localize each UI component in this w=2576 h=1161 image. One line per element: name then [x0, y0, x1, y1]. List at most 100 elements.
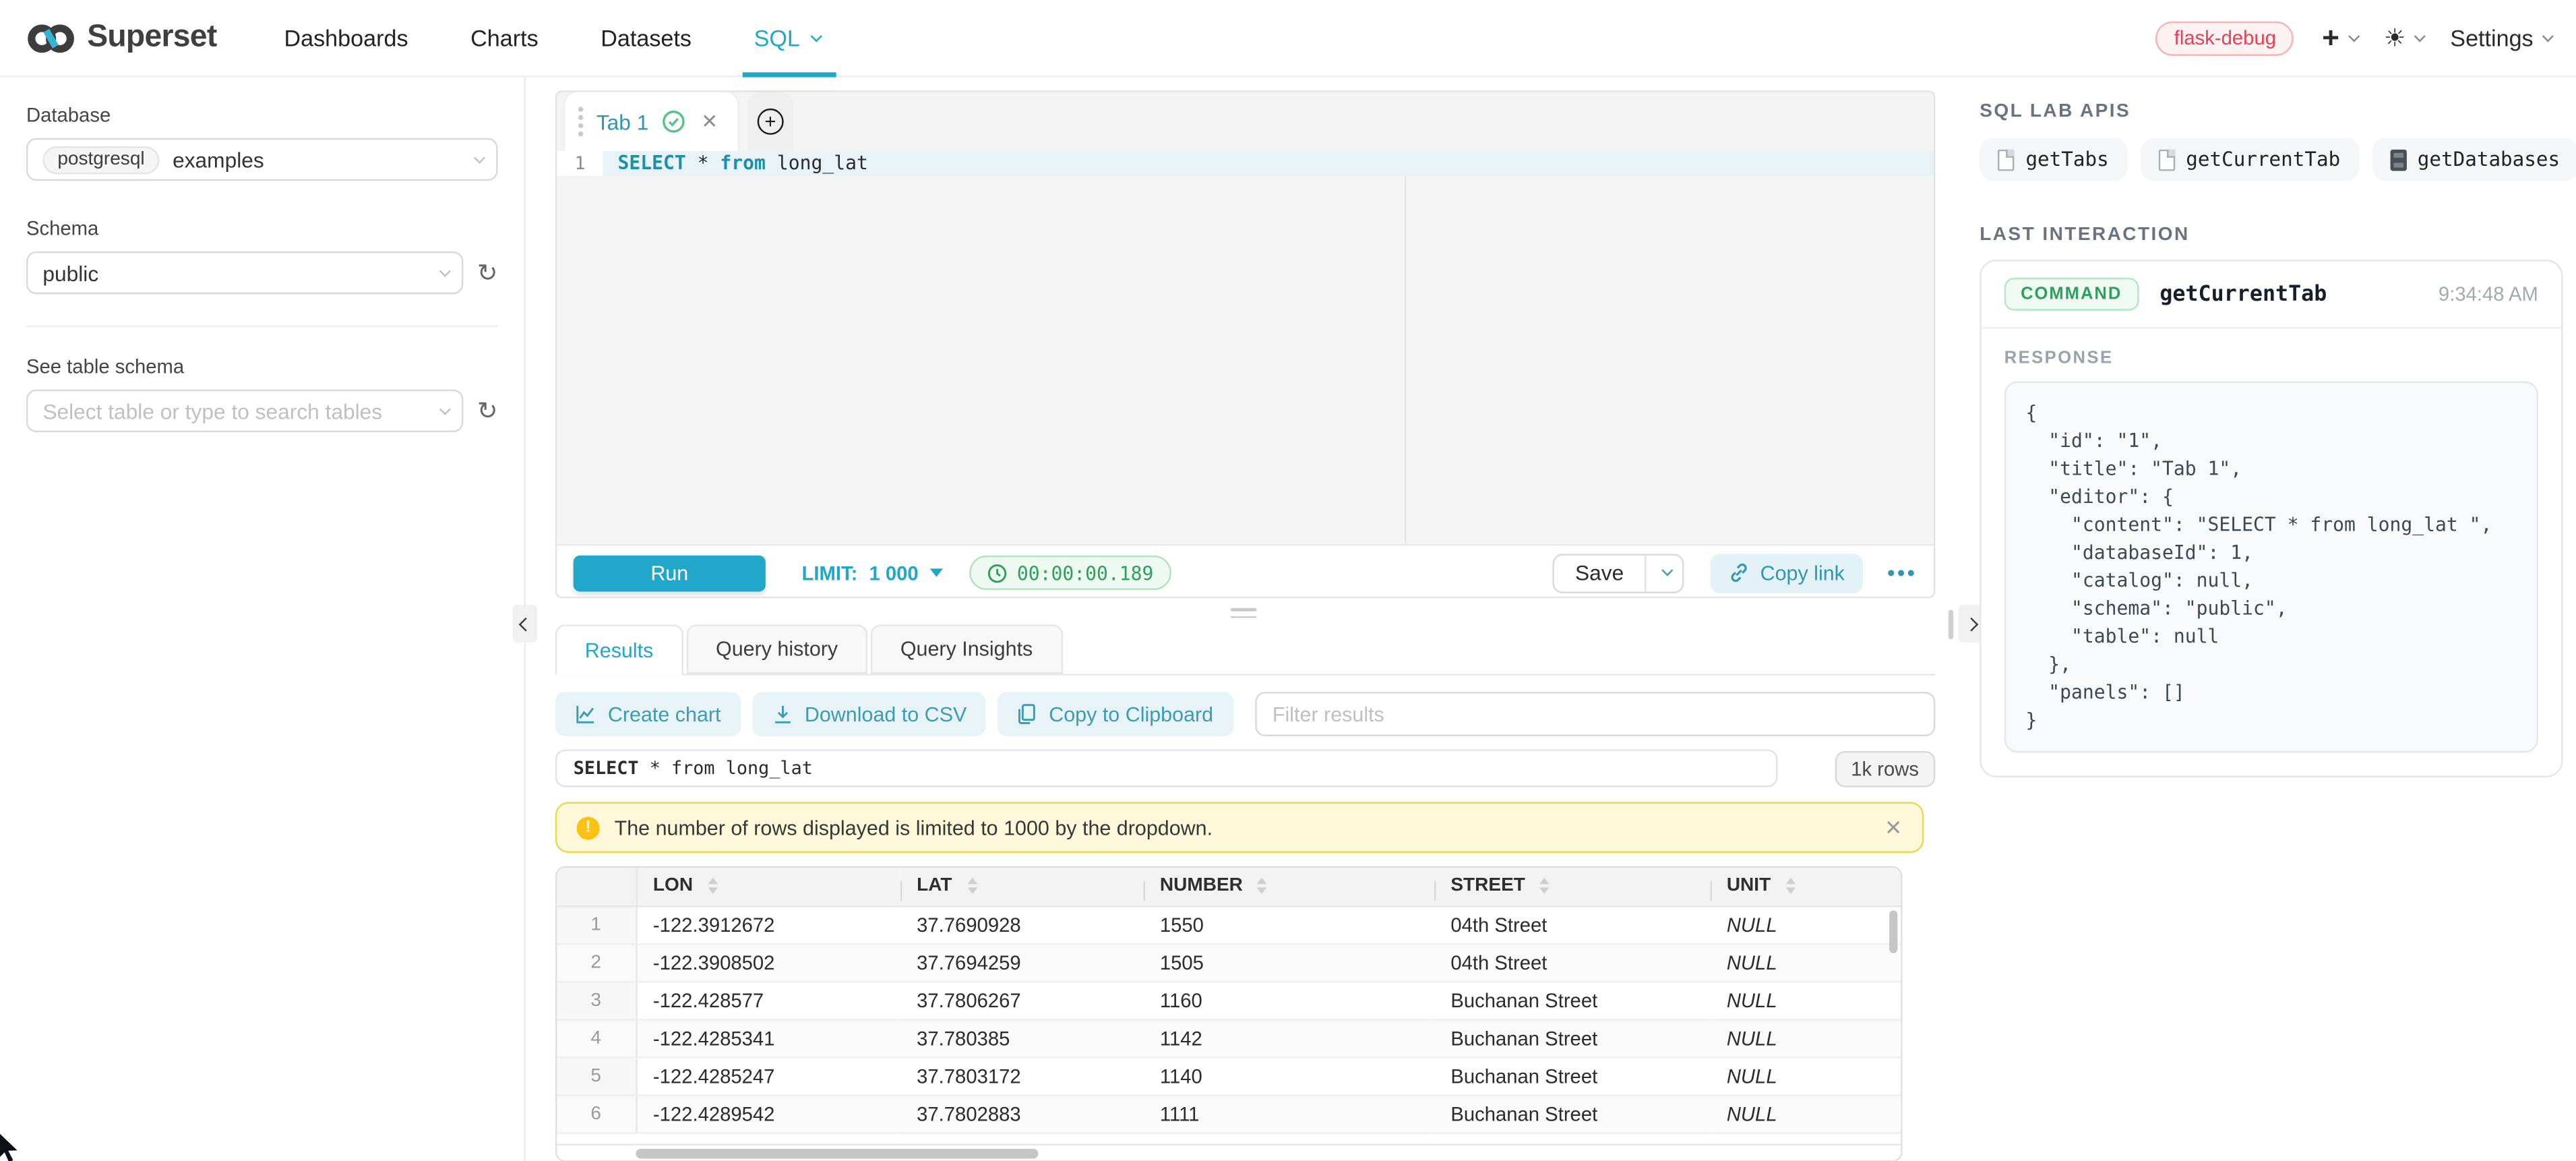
- superset-logo[interactable]: Superset: [26, 20, 217, 56]
- caret-down-icon: [930, 568, 944, 576]
- row-number-cell: 6: [557, 1094, 636, 1132]
- settings-menu[interactable]: Settings: [2450, 25, 2550, 51]
- schema-value: public: [42, 260, 98, 285]
- panel-resize-handle[interactable]: [1231, 608, 1257, 623]
- column-header-number[interactable]: NUMBER: [1144, 868, 1434, 905]
- refresh-tables-icon[interactable]: ↻: [477, 398, 498, 423]
- download-csv-button[interactable]: Download to CSV: [752, 692, 987, 736]
- sqllab-sidebar: Database postgresql examples Schema publ…: [0, 78, 526, 1161]
- timer-value: 00:00:00.189: [1017, 561, 1154, 584]
- sort-icon[interactable]: [708, 878, 718, 894]
- sql-editor-panel: Tab 1 ✕ + 1 SELECT * from long_lat Run L…: [555, 90, 1936, 598]
- nav-sql[interactable]: SQL: [749, 0, 823, 76]
- data-cell: 1111: [1144, 1094, 1434, 1132]
- collapse-sidebar-button[interactable]: [513, 605, 538, 643]
- sql-code-editor[interactable]: 1 SELECT * from long_lat: [557, 151, 1934, 544]
- api-get-current-tab-button[interactable]: getCurrentTab: [2140, 138, 2358, 181]
- table-row[interactable]: 4-122.428534137.7803851142Buchanan Stree…: [557, 1019, 1902, 1056]
- nav-datasets[interactable]: Datasets: [596, 0, 696, 76]
- column-header-street[interactable]: STREET: [1434, 868, 1711, 905]
- nav-charts[interactable]: Charts: [466, 0, 543, 76]
- plus-circle-icon: +: [757, 109, 783, 135]
- database-label: Database: [26, 104, 498, 127]
- editor-tab-1[interactable]: Tab 1 ✕: [565, 92, 738, 152]
- table-row[interactable]: 5-122.428524737.78031721140Buchanan Stre…: [557, 1056, 1902, 1094]
- main-scrollbar-thumb[interactable]: [1949, 609, 1953, 639]
- new-item-button[interactable]: +: [2322, 23, 2356, 53]
- table-select[interactable]: Select table or type to search tables: [26, 390, 464, 432]
- dismiss-warning-icon[interactable]: ✕: [1884, 814, 1903, 841]
- data-cell: 37.7694259: [900, 943, 1144, 981]
- data-cell: -122.3908502: [636, 943, 900, 981]
- sort-icon[interactable]: [967, 878, 977, 894]
- database-value: examples: [173, 147, 264, 172]
- data-cell: 37.7806267: [900, 981, 1144, 1019]
- save-button[interactable]: Save: [1554, 555, 1645, 591]
- column-header-unit[interactable]: UNIT: [1710, 868, 1902, 905]
- editor-tabstrip: Tab 1 ✕ +: [557, 92, 1934, 152]
- table-row[interactable]: 6-122.428954237.78028831111Buchanan Stre…: [557, 1094, 1902, 1132]
- database-engine-tag: postgresql: [42, 146, 159, 173]
- chevron-down-icon: [2348, 30, 2360, 41]
- schema-select[interactable]: public: [26, 251, 464, 294]
- chevron-left-icon: [518, 617, 532, 631]
- row-count-badge: 1k rows: [1835, 750, 1936, 787]
- environment-badge: flask-debug: [2156, 20, 2294, 55]
- data-cell: NULL: [1710, 943, 1902, 981]
- drag-handle-icon[interactable]: [578, 107, 583, 136]
- more-options-button[interactable]: •••: [1887, 560, 1917, 585]
- api-get-tabs-button[interactable]: getTabs: [1980, 138, 2126, 181]
- sort-icon[interactable]: [1258, 878, 1268, 894]
- table-row[interactable]: 3-122.42857737.78062671160Buchanan Stree…: [557, 981, 1902, 1019]
- run-button[interactable]: Run: [574, 555, 766, 591]
- last-interaction-card: COMMAND getCurrentTab 9:34:48 AM RESPONS…: [1980, 260, 2563, 777]
- filter-results-input[interactable]: [1254, 692, 1935, 736]
- column-header-lat[interactable]: LAT: [900, 868, 1144, 905]
- nav-dashboards[interactable]: Dashboards: [279, 0, 413, 76]
- clock-icon: [987, 563, 1007, 583]
- data-cell: -122.4289542: [636, 1094, 900, 1132]
- hscrollbar-thumb[interactable]: [636, 1148, 1038, 1158]
- link-icon: [1729, 562, 1750, 584]
- sort-icon[interactable]: [1540, 878, 1550, 894]
- close-tab-icon[interactable]: ✕: [701, 110, 718, 133]
- refresh-schemas-icon[interactable]: ↻: [477, 260, 498, 285]
- page-icon: [2158, 149, 2174, 171]
- tab-results[interactable]: Results: [555, 624, 683, 676]
- theme-toggle-button[interactable]: ☀: [2384, 26, 2422, 51]
- data-cell: 1142: [1144, 1019, 1434, 1056]
- sql-lab-page: Superset Dashboards Charts Datasets SQL …: [0, 0, 2576, 1161]
- limit-dropdown[interactable]: LIMIT: 1 000: [802, 561, 944, 584]
- data-cell: NULL: [1710, 1094, 1902, 1132]
- sort-icon[interactable]: [1785, 878, 1796, 894]
- table-row[interactable]: 2-122.390850237.7694259150504th StreetNU…: [557, 943, 1902, 981]
- api-get-databases-button[interactable]: getDatabases: [2372, 138, 2576, 181]
- tab-query-insights[interactable]: Query Insights: [871, 624, 1062, 674]
- schema-label: Schema: [26, 217, 498, 240]
- tab-query-history[interactable]: Query history: [686, 624, 867, 674]
- api-panel-title: SQL LAB APIS: [1980, 102, 2566, 121]
- table-header-row: LONLATNUMBERSTREETUNIT: [557, 868, 1902, 905]
- table-row[interactable]: 1-122.391267237.7690928155004th StreetNU…: [557, 905, 1902, 943]
- row-number-header: [557, 868, 636, 905]
- partial-row: [557, 1133, 1901, 1143]
- column-header-lon[interactable]: LON: [636, 868, 900, 905]
- row-number-cell: 1: [557, 905, 636, 943]
- new-tab-button[interactable]: +: [747, 92, 793, 152]
- data-cell: 37.780385: [900, 1019, 1144, 1056]
- create-chart-button[interactable]: Create chart: [555, 692, 741, 736]
- chart-icon: [575, 703, 596, 725]
- row-number-cell: 3: [557, 981, 636, 1019]
- warning-text: The number of rows displayed is limited …: [615, 816, 1213, 839]
- top-navbar: Superset Dashboards Charts Datasets SQL …: [0, 0, 2576, 78]
- copy-link-button[interactable]: Copy link: [1711, 553, 1862, 593]
- copy-clipboard-button[interactable]: Copy to Clipboard: [998, 692, 1233, 736]
- vscrollbar-thumb[interactable]: [1889, 910, 1897, 953]
- save-dropdown-button[interactable]: [1645, 555, 1683, 591]
- results-actions: Create chart Download to CSV Copy to Cli…: [555, 692, 1936, 736]
- database-select[interactable]: postgresql examples: [26, 138, 498, 181]
- main-nav: Dashboards Charts Datasets SQL: [279, 0, 876, 76]
- data-cell: Buchanan Street: [1434, 1056, 1711, 1094]
- data-cell: 1550: [1144, 905, 1434, 943]
- chevron-down-icon: [440, 403, 452, 414]
